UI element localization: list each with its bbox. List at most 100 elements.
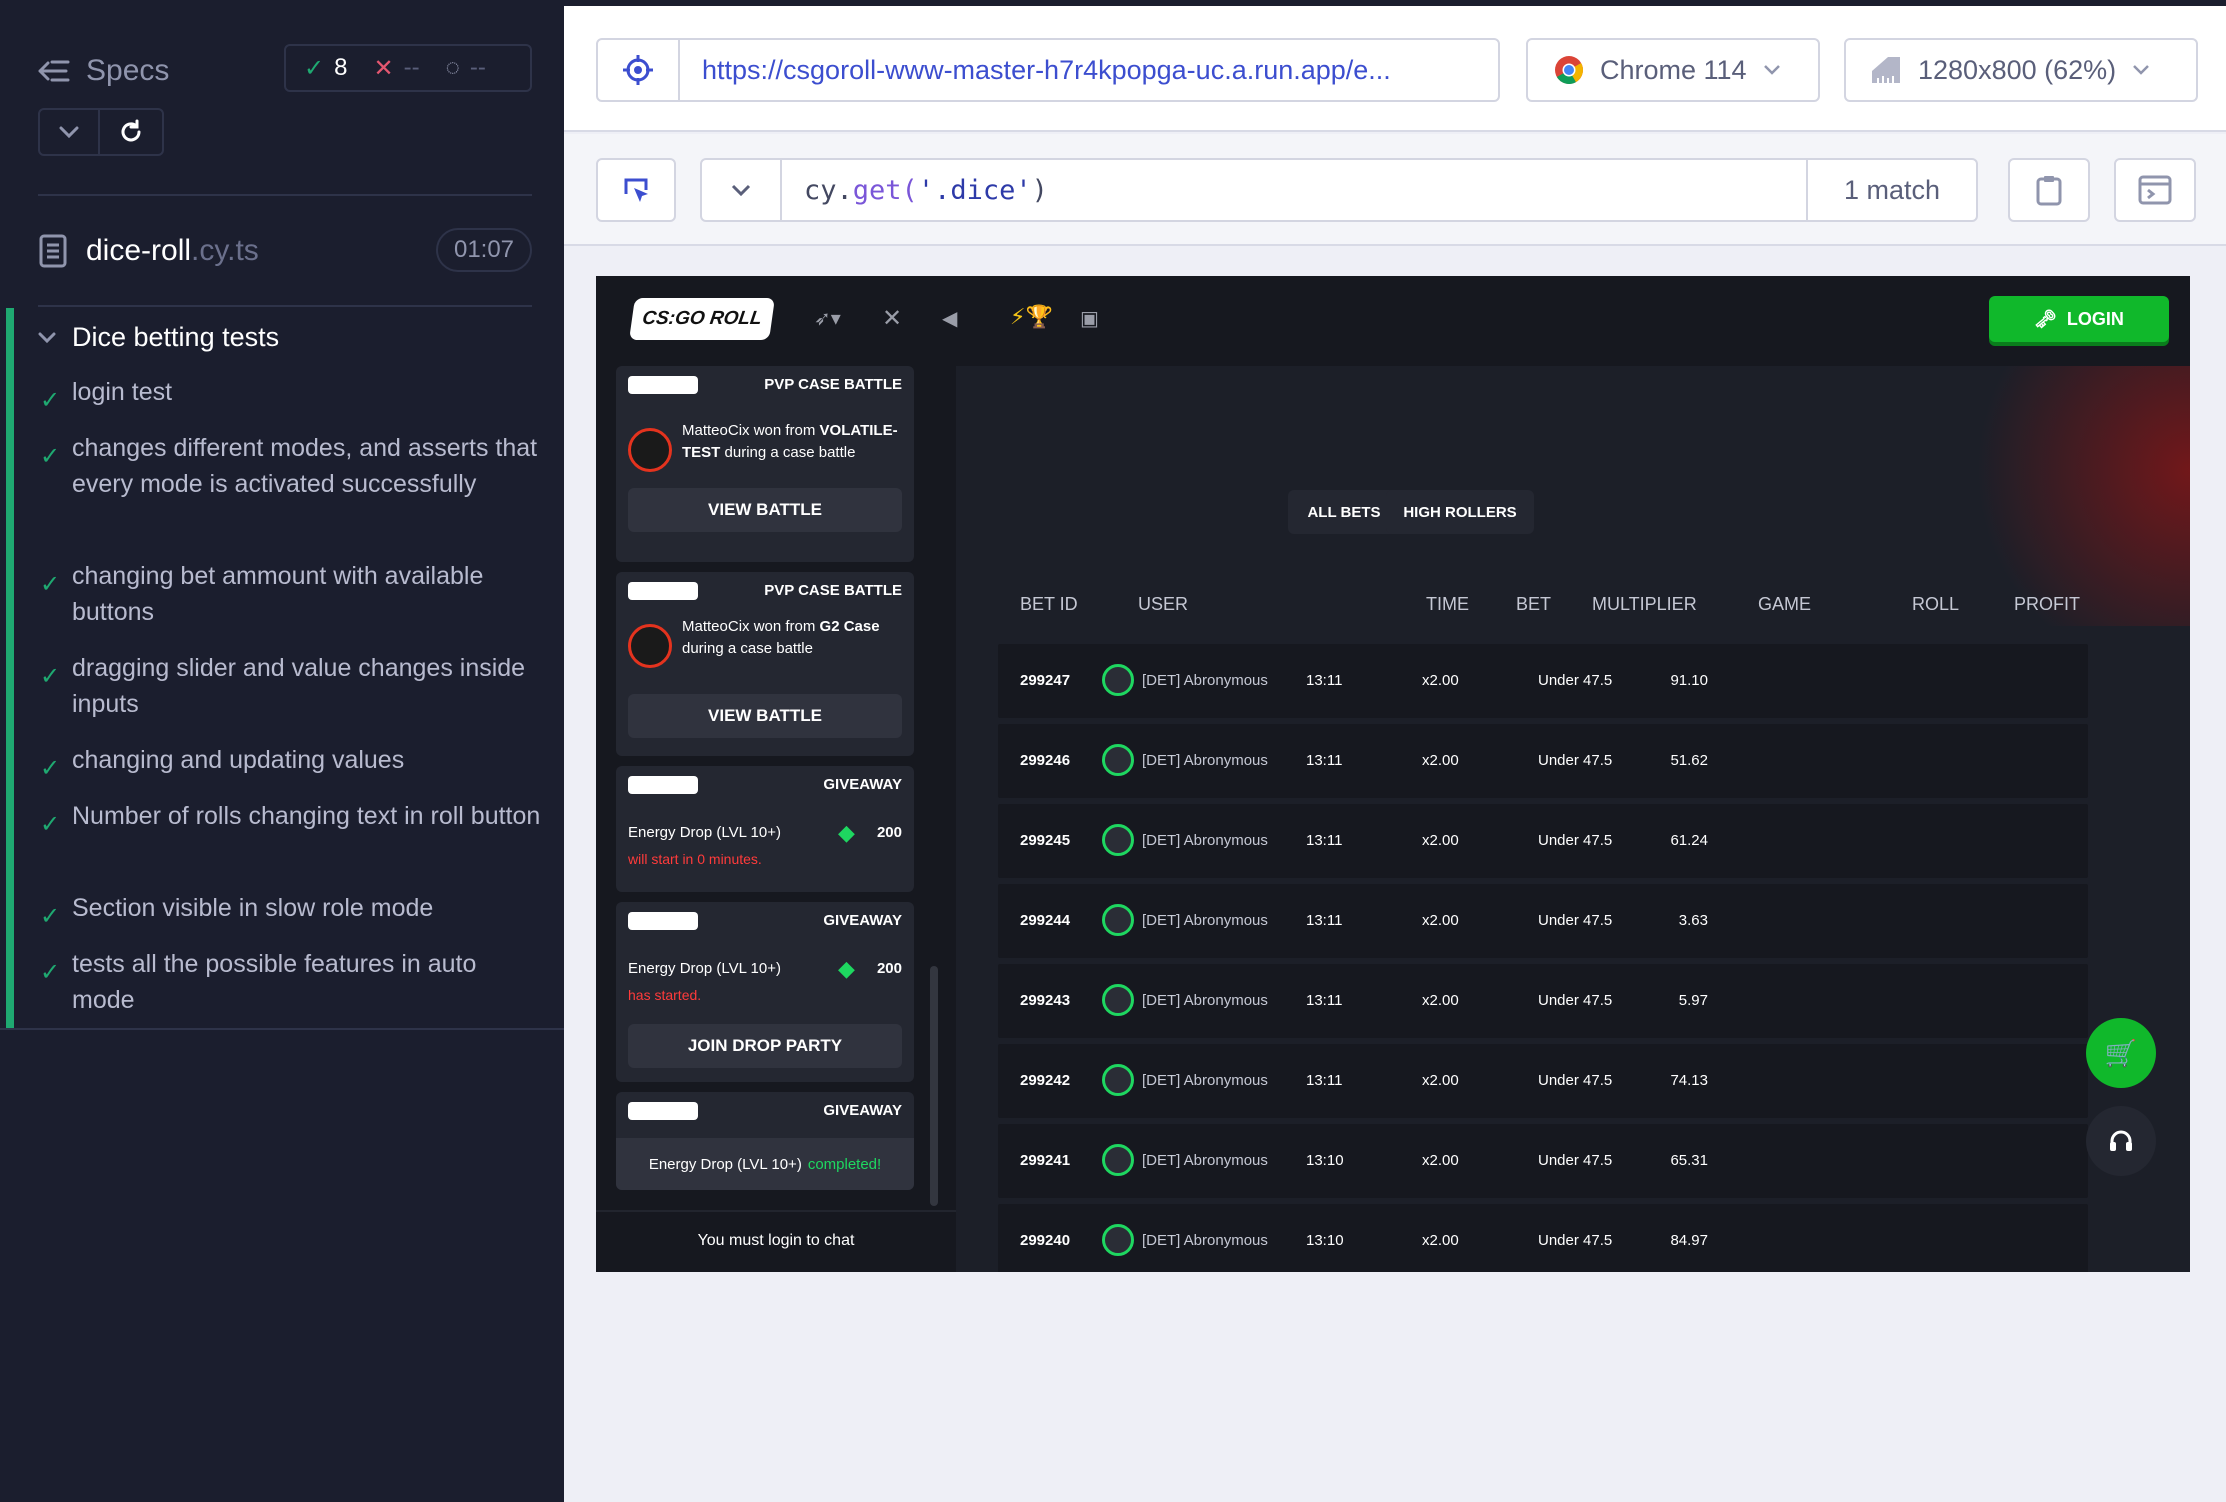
bet-time: 13:11	[1306, 832, 1343, 849]
user-avatar[interactable]	[1102, 1064, 1134, 1096]
megaphone-icon[interactable]: ◀	[942, 306, 957, 331]
swords-icon[interactable]: ✕	[882, 304, 902, 333]
chat-scrollbar[interactable]	[930, 966, 938, 1206]
bet-time: 13:10	[1306, 1232, 1344, 1249]
bet-time: 13:11	[1306, 1072, 1343, 1089]
username: [DET] Abronymous	[1142, 1152, 1268, 1169]
table-row[interactable]: 299246 [DET] Abronymous 13:11 x2.00 Under 47…	[998, 724, 2088, 798]
user-avatar[interactable]	[1102, 1144, 1134, 1176]
chrome-icon	[1555, 56, 1583, 84]
gem-icon: ◆	[838, 820, 855, 845]
check-icon: ✓	[40, 811, 61, 838]
browser-select[interactable]: Chrome 114	[1526, 38, 1820, 102]
test-item[interactable]: ✓ Number of rolls changing text in roll b…	[40, 798, 542, 838]
copy-button[interactable]	[2008, 158, 2090, 222]
pending-icon: ◌	[445, 54, 460, 81]
specs-header[interactable]: Specs	[38, 48, 169, 94]
spec-duration: 01:07	[436, 228, 532, 272]
multiplier: x2.00	[1422, 912, 1459, 929]
csgoroll-mini-logo	[628, 776, 698, 794]
test-item[interactable]: ✓ dragging slider and value changes insid…	[40, 650, 542, 722]
test-item[interactable]: ✓ changing bet ammount with available but…	[40, 558, 542, 630]
table-row[interactable]: 299241 [DET] Abronymous 13:10 x2.00 Under 47…	[998, 1124, 2088, 1198]
table-row[interactable]: 299243 [DET] Abronymous 13:11 x2.00 Under 47…	[998, 964, 2088, 1038]
user-avatar[interactable]	[1102, 744, 1134, 776]
card-header: GIVEAWAY	[628, 1100, 902, 1122]
username: [DET] Abronymous	[1142, 992, 1268, 1009]
table-row[interactable]: 299244 [DET] Abronymous 13:11 x2.00 Under 47…	[998, 884, 2088, 958]
bet-id: 299244	[1020, 912, 1071, 929]
table-row[interactable]: 299245 [DET] Abronymous 13:11 x2.00 Under 47…	[998, 804, 2088, 878]
support-button[interactable]	[2086, 1106, 2156, 1176]
view-battle-button[interactable]: VIEW BATTLE	[628, 488, 902, 532]
user-avatar[interactable]	[1102, 824, 1134, 856]
csgoroll-logo[interactable]: CS:GO ROLL	[629, 298, 775, 340]
user-avatar[interactable]	[1102, 664, 1134, 696]
card-text-a: MatteoCix won from	[682, 422, 820, 439]
user-avatar[interactable]	[1102, 904, 1134, 936]
browser-label: Chrome 114	[1600, 54, 1747, 85]
collapse-specs-icon[interactable]	[38, 58, 70, 84]
tab-all-bets[interactable]: ALL BETS	[1288, 490, 1400, 534]
url-box[interactable]: https://csgoroll-www-master-h7r4kpopga-u…	[596, 38, 1500, 102]
card-header: GIVEAWAY	[628, 910, 902, 932]
case-battle-card: PVP CASE BATTLE MatteoCix won from G2 Ca…	[616, 572, 914, 756]
selector-input-box[interactable]: cy.get('.dice') 1 match	[700, 158, 1978, 222]
column-header: ROLL	[1912, 594, 1960, 614]
test-item[interactable]: ✓ Section visible in slow role mode	[40, 890, 542, 930]
test-item[interactable]: ✓ tests all the possible features in auto…	[40, 946, 542, 1018]
giveaway-amount: 200	[876, 824, 902, 841]
roll-value: 5.97	[1678, 992, 1708, 1009]
bet-id: 299241	[1020, 1152, 1071, 1169]
test-item[interactable]: ✓ login test	[40, 374, 542, 414]
card-header: PVP CASE BATTLE	[628, 580, 902, 602]
giveaway-card: GIVEAWAY Energy Drop (LVL 10+) ◆ 200 has…	[616, 902, 914, 1082]
table-row[interactable]: 299240 [DET] Abronymous 13:10 x2.00 Under 47…	[998, 1204, 2088, 1272]
selector-playground: cy.get('.dice') 1 match	[564, 134, 2226, 246]
multiplier: x2.00	[1422, 672, 1459, 689]
spec-sidebar: Specs ✓ 8 ✕ -- ◌ -- dice-roll .cy.ts 01:…	[0, 0, 564, 1502]
selector-toggle-button[interactable]	[596, 158, 676, 222]
card-title: PVP CASE BATTLE	[764, 376, 902, 393]
suite-header[interactable]: Dice betting tests	[38, 322, 279, 353]
user-avatar[interactable]	[1102, 1224, 1134, 1256]
user-avatar[interactable]	[1102, 984, 1134, 1016]
shop-button[interactable]: 🛒	[2086, 1018, 2156, 1088]
expand-toggle-button[interactable]	[38, 108, 100, 156]
check-icon: ✓	[40, 959, 61, 986]
join-drop-party-button[interactable]: JOIN DROP PARTY	[628, 1024, 902, 1068]
table-row[interactable]: 299247 [DET] Abronymous 13:11 x2.00 Under 47…	[998, 644, 2088, 718]
rerun-button[interactable]	[98, 108, 164, 156]
spec-extension: .cy.ts	[191, 234, 259, 267]
multiplier: x2.00	[1422, 992, 1459, 1009]
match-count: 1 match	[1806, 160, 1976, 220]
check-icon: ✓	[40, 903, 61, 930]
failed-count: --	[403, 54, 420, 81]
crosshair-button[interactable]	[598, 40, 680, 100]
gift-icon[interactable]: ▣	[1080, 306, 1099, 331]
username: [DET] Abronymous	[1142, 912, 1268, 929]
bet-id: 299242	[1020, 1072, 1071, 1089]
giveaway-completed-row: Energy Drop (LVL 10+) completed!	[616, 1138, 914, 1190]
giveaway-item: Energy Drop (LVL 10+)	[628, 960, 781, 977]
tab-high-rollers[interactable]: HIGH ROLLERS	[1386, 490, 1534, 534]
giveaway-card: GIVEAWAY Energy Drop (LVL 10+) completed…	[616, 1092, 914, 1190]
selector-method-dropdown[interactable]	[702, 160, 782, 220]
selector-input[interactable]: cy.get('.dice')	[804, 175, 1804, 206]
viewport-select[interactable]: 1280x800 (62%)	[1844, 38, 2198, 102]
trophy-icon[interactable]: ⚡🏆	[1010, 304, 1053, 330]
game-label: Under 47.5	[1538, 1232, 1613, 1249]
test-item[interactable]: ✓ changing and updating values	[40, 742, 542, 782]
view-battle-button[interactable]: VIEW BATTLE	[628, 694, 902, 738]
print-console-button[interactable]	[2114, 158, 2196, 222]
rocket-icon[interactable]: ➶▾	[814, 306, 841, 331]
test-title: changing bet ammount with available butt…	[72, 562, 484, 626]
multiplier: x2.00	[1422, 1232, 1459, 1249]
csgoroll-mini-logo	[628, 376, 698, 394]
test-item[interactable]: ✓ changes different modes, and asserts th…	[40, 430, 542, 502]
test-title: Section visible in slow role mode	[72, 894, 434, 922]
test-title: tests all the possible features in auto …	[72, 950, 477, 1014]
key-icon: 🗝	[2034, 308, 2057, 329]
table-row[interactable]: 299242 [DET] Abronymous 13:11 x2.00 Under 47…	[998, 1044, 2088, 1118]
login-button[interactable]: 🗝 LOGIN	[1989, 296, 2169, 342]
